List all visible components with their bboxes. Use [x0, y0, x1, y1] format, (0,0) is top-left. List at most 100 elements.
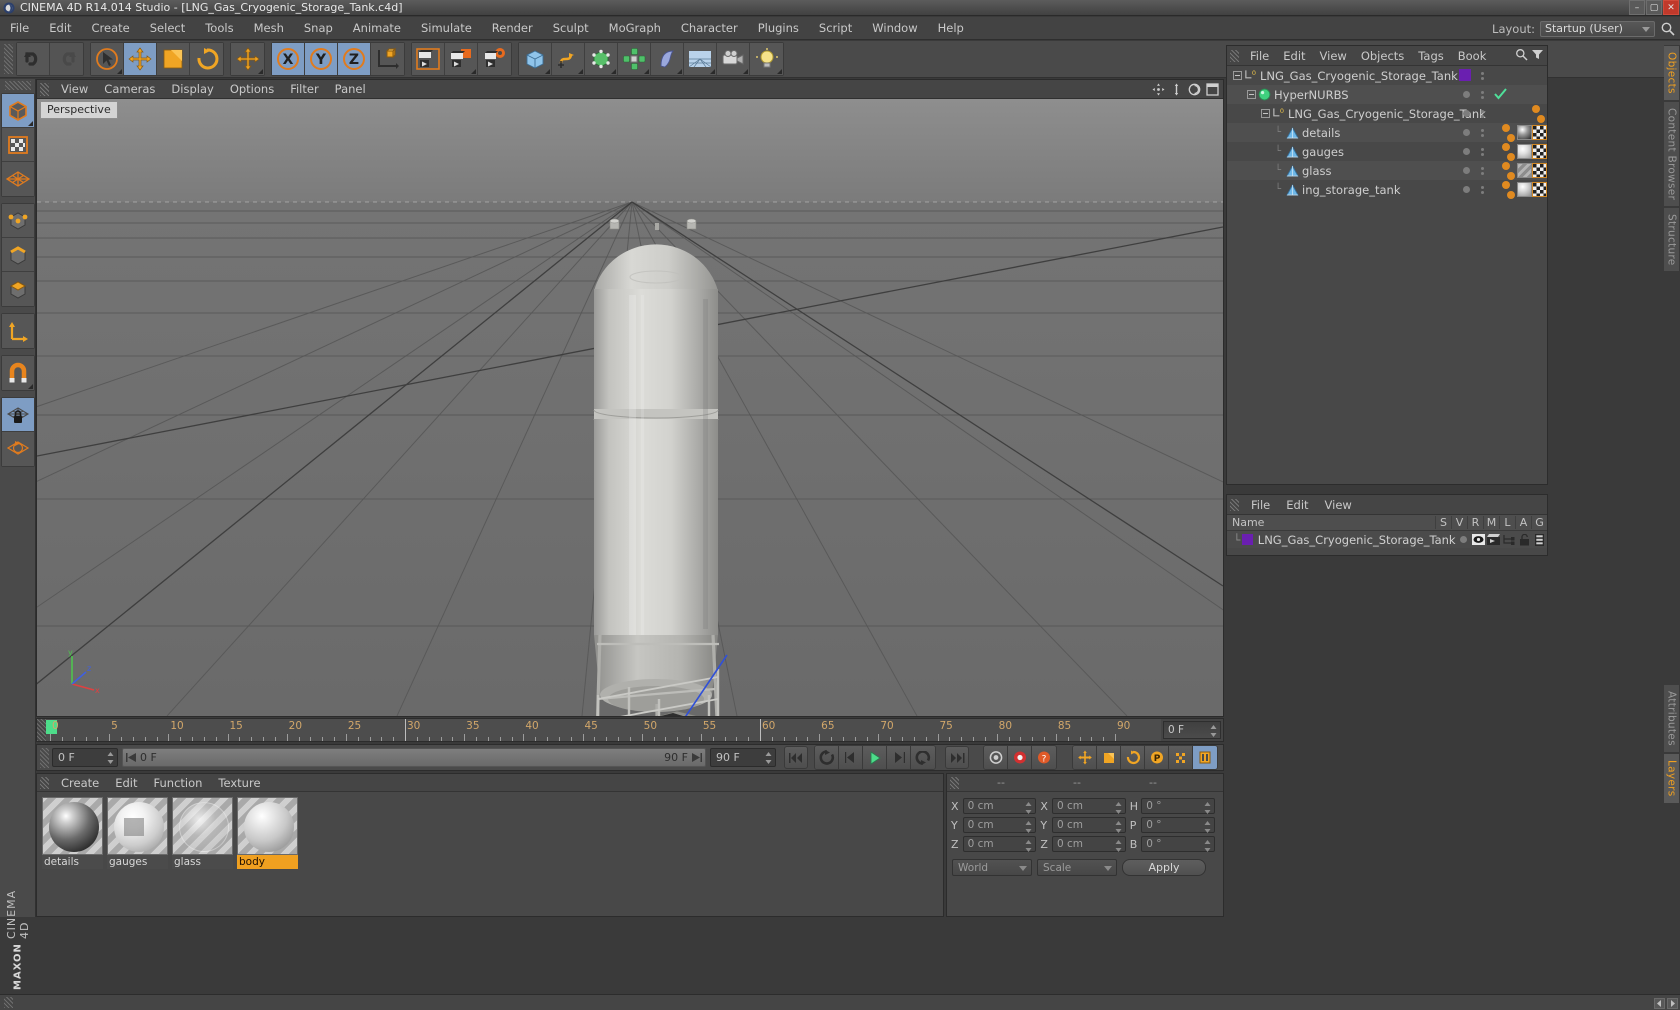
- expand-toggle-icon[interactable]: [1261, 109, 1270, 118]
- material-name[interactable]: gauges: [107, 855, 168, 869]
- editor-visibility-dot[interactable]: [1463, 129, 1470, 136]
- menu-simulate[interactable]: Simulate: [411, 19, 482, 37]
- points-mode-button[interactable]: [1, 204, 34, 238]
- scroll-left-icon[interactable]: [1654, 998, 1665, 1009]
- layer-menu-view[interactable]: View: [1317, 497, 1360, 513]
- viewport-view-label[interactable]: Perspective: [40, 101, 118, 119]
- hypernurbs-enabled-check-icon[interactable]: [1494, 88, 1507, 103]
- menu-mograph[interactable]: MoGraph: [599, 19, 671, 37]
- move-axis-button[interactable]: [231, 43, 264, 75]
- texture-mode-button[interactable]: [1, 128, 34, 162]
- object-tag-dots[interactable]: [1502, 123, 1515, 142]
- coordinate-mode-select[interactable]: Scale: [1037, 859, 1117, 876]
- minimize-button[interactable]: –: [1629, 0, 1645, 15]
- coord-position-input[interactable]: 0 cm: [962, 817, 1037, 833]
- layer-lock-icon[interactable]: [1517, 533, 1532, 546]
- viewport-menu-panel[interactable]: Panel: [327, 81, 374, 97]
- viewport-menu-display[interactable]: Display: [163, 81, 221, 97]
- object-menu-tags[interactable]: Tags: [1411, 48, 1450, 64]
- object-layer-color-swatch[interactable]: [1459, 69, 1471, 81]
- scroll-right-icon[interactable]: [1667, 998, 1678, 1009]
- maximize-button[interactable]: ▢: [1646, 0, 1662, 15]
- key-scale-button[interactable]: [1097, 746, 1121, 769]
- layer-color-swatch[interactable]: [1242, 534, 1253, 545]
- material-tag-icon[interactable]: [1517, 163, 1532, 178]
- object-menu-book[interactable]: Book: [1451, 48, 1494, 64]
- generators-button[interactable]: [585, 43, 618, 75]
- preview-range-slider[interactable]: 0 F 90 F: [122, 748, 706, 767]
- object-visibility-dots[interactable]: [1463, 128, 1489, 137]
- viewport-menu-filter[interactable]: Filter: [282, 81, 326, 97]
- tool-submenu-corner[interactable]: [27, 121, 33, 126]
- status-grip[interactable]: [4, 997, 13, 1008]
- tool-submenu-corner[interactable]: [545, 69, 550, 74]
- object-row[interactable]: └ details: [1227, 123, 1547, 142]
- workplane-mode-button[interactable]: [1, 162, 34, 196]
- apply-button[interactable]: Apply: [1122, 859, 1206, 876]
- current-frame-field[interactable]: 0 F: [52, 748, 118, 767]
- material-tag-icon[interactable]: [1517, 182, 1532, 197]
- object-row[interactable]: └ ing_storage_tank: [1227, 180, 1547, 199]
- material-thumbnail[interactable]: [237, 797, 298, 855]
- render-visibility-dots[interactable]: [1476, 147, 1489, 156]
- vertical-tab-content-browser[interactable]: Content Browser: [1664, 100, 1680, 207]
- expand-toggle-icon[interactable]: [1247, 90, 1256, 99]
- tool-submenu-corner[interactable]: [611, 69, 616, 74]
- deformer-button[interactable]: [651, 43, 684, 75]
- tool-submenu-corner[interactable]: [578, 69, 583, 74]
- max-frame-field[interactable]: 90 F: [710, 748, 776, 767]
- scale-tool-button[interactable]: [157, 43, 190, 75]
- menu-character[interactable]: Character: [671, 19, 748, 37]
- timeline-ruler[interactable]: 0 5 10 15 20 25 30 35 40 45 50 55 60 65 70 75 80 85 90 0 F: [36, 718, 1224, 742]
- search-icon[interactable]: [1660, 21, 1676, 37]
- key-rotation-button[interactable]: [1121, 746, 1145, 769]
- material-thumbnail[interactable]: [107, 797, 168, 855]
- layer-solo-dot[interactable]: [1456, 536, 1471, 543]
- timeline-track[interactable]: 0 5 10 15 20 25 30 35 40 45 50 55 60 65 70 75 80 85 90: [46, 719, 1161, 741]
- editor-visibility-dot[interactable]: [1463, 91, 1470, 98]
- object-tag-dots[interactable]: [1502, 180, 1515, 199]
- tool-submenu-corner[interactable]: [471, 69, 476, 74]
- material-menu-create[interactable]: Create: [53, 775, 107, 791]
- primitive-cube-button[interactable]: [519, 43, 552, 75]
- object-row[interactable]: 0 LNG_Gas_Cryogenic_Storage_Tank: [1227, 104, 1547, 123]
- layer-animation-icon[interactable]: [1532, 533, 1547, 546]
- render-settings-button[interactable]: [478, 43, 511, 75]
- material-menu-edit[interactable]: Edit: [107, 775, 145, 791]
- object-grip[interactable]: [1230, 49, 1239, 62]
- layout-select[interactable]: Startup (User): [1540, 20, 1655, 37]
- coord-position-input[interactable]: 0 cm: [962, 798, 1037, 814]
- key-points-button[interactable]: [1169, 746, 1193, 769]
- object-menu-view[interactable]: View: [1313, 48, 1354, 64]
- object-visibility-dots[interactable]: [1463, 109, 1489, 118]
- object-tag-dots[interactable]: [1502, 161, 1515, 180]
- menu-snap[interactable]: Snap: [294, 19, 343, 37]
- tool-submenu-corner[interactable]: [777, 69, 782, 74]
- object-row[interactable]: └ glass: [1227, 161, 1547, 180]
- material-menu-texture[interactable]: Texture: [210, 775, 268, 791]
- editor-visibility-dot[interactable]: [1463, 167, 1470, 174]
- material-name[interactable]: glass: [172, 855, 233, 869]
- tool-submenu-corner[interactable]: [677, 69, 682, 74]
- camera-button[interactable]: [717, 43, 750, 75]
- material-thumbnail[interactable]: [42, 797, 103, 855]
- viewport-menu-cameras[interactable]: Cameras: [96, 81, 163, 97]
- viewport-menu-view[interactable]: View: [53, 81, 96, 97]
- object-row[interactable]: HyperNURBS: [1227, 85, 1547, 104]
- coordinate-system-button[interactable]: [371, 43, 404, 75]
- material-menu-function[interactable]: Function: [146, 775, 211, 791]
- menu-mesh[interactable]: Mesh: [244, 19, 294, 37]
- keyframe-help-button[interactable]: ?: [1032, 746, 1056, 769]
- object-tag-dots[interactable]: [1502, 142, 1515, 161]
- enable-axis-button[interactable]: [1, 314, 34, 348]
- object-menu-edit[interactable]: Edit: [1276, 48, 1312, 64]
- timeline-end-field[interactable]: 0 F: [1163, 721, 1221, 739]
- layer-menu-file[interactable]: File: [1243, 497, 1278, 513]
- object-tag-dots[interactable]: [1532, 104, 1545, 123]
- object-search-icon[interactable]: [1515, 48, 1528, 64]
- menu-sculpt[interactable]: Sculpt: [543, 19, 599, 37]
- viewport-grip[interactable]: [40, 82, 49, 96]
- layer-row[interactable]: └ LNG_Gas_Cryogenic_Storage_Tank: [1227, 531, 1547, 548]
- zoom-icon[interactable]: [1170, 83, 1183, 99]
- play-backward-button[interactable]: [839, 746, 863, 769]
